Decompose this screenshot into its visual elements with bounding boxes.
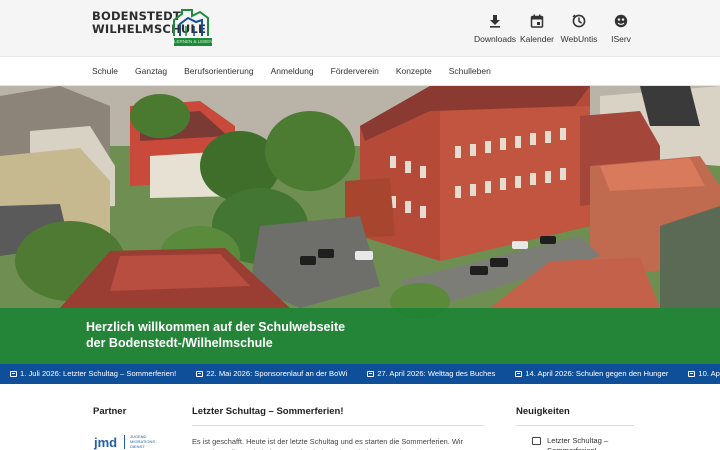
- webuntis-link[interactable]: WebUntis: [558, 14, 600, 46]
- calendar-link[interactable]: Kalender: [516, 14, 558, 46]
- calendar-label: Kalender: [519, 34, 555, 44]
- article-heading[interactable]: Letzter Schultag – Sommerferien!: [192, 406, 484, 417]
- calendar-icon: [516, 14, 558, 32]
- quick-links: Downloads Kalender WebUntis IServ: [474, 14, 642, 46]
- download-icon: [474, 14, 516, 32]
- nav-item-konzepte[interactable]: Konzepte: [396, 57, 432, 87]
- partner-column: Partner: [93, 406, 173, 417]
- hero-banner: Herzlich willkommen auf der Schulwebseit…: [0, 86, 720, 364]
- site-header: BODENSTEDT WILHELMSCHULE LERNEN & LEBEN …: [0, 0, 720, 56]
- partner-heading: Partner: [93, 406, 127, 417]
- news-column: Neuigkeiten Letzter Schultag – Sommerfer…: [516, 406, 634, 450]
- iserv-link[interactable]: IServ: [600, 14, 642, 46]
- partner-logo-text: JUGEND MIGRATIONS DIENST: [130, 434, 156, 449]
- article-body: Es ist geschafft. Heute ist der letzte S…: [192, 437, 463, 450]
- news-icon: [367, 371, 375, 377]
- downloads-label: Downloads: [474, 34, 517, 44]
- nav-item-schule[interactable]: Schule: [92, 57, 118, 87]
- iserv-label: IServ: [611, 34, 631, 44]
- news-icon: [10, 371, 17, 377]
- article-column: Letzter Schultag – Sommerferien! Es ist …: [192, 406, 484, 450]
- hero-title-line-2: der Bodenstedt-/Wilhelmschule: [86, 336, 273, 350]
- nav-item-foerderverein[interactable]: Förderverein: [331, 57, 379, 87]
- nav-item-anmeldung[interactable]: Anmeldung: [271, 57, 314, 87]
- nav-item-ganztag[interactable]: Ganztag: [135, 57, 167, 87]
- news-icon: [196, 371, 204, 377]
- ticker-item-text: 14. April 2026: Schulen gegen den Hunger: [525, 369, 669, 378]
- downloads-link[interactable]: Downloads: [474, 14, 516, 46]
- iserv-icon: [600, 14, 642, 32]
- news-icon: [688, 371, 696, 377]
- logo-tagline: LERNEN & LEBEN: [174, 38, 212, 46]
- article-divider: [192, 425, 484, 426]
- news-icon: [515, 371, 523, 377]
- svg-text:jmd: jmd: [94, 435, 117, 450]
- ticker-item-text: 22. Mai 2026: Sponsorenlauf an der BoWi: [206, 369, 348, 378]
- nav-item-schulleben[interactable]: Schulleben: [449, 57, 491, 87]
- news-ticker: 1. Juli 2026: Letzter Schultag – Sommerf…: [0, 364, 720, 384]
- ticker-item[interactable]: 1. Juli 2026: Letzter Schultag – Sommerf…: [10, 364, 176, 384]
- news-item-text: Letzter Schultag – Sommerferien!: [547, 436, 609, 450]
- school-logo[interactable]: BODENSTEDT WILHELMSCHULE LERNEN & LEBEN: [92, 8, 216, 48]
- hero-title-line-1: Herzlich willkommen auf der Schulwebseit…: [86, 320, 346, 334]
- clock-icon: [558, 14, 600, 32]
- news-list-item[interactable]: Letzter Schultag – Sommerferien!: [532, 436, 632, 450]
- ticker-item-text: 1. Juli 2026: Letzter Schultag – Sommerf…: [20, 369, 177, 378]
- main-navigation: Schule Ganztag Berufsorientierung Anmeld…: [0, 56, 720, 86]
- ticker-item[interactable]: 14. April 2026: Schulen gegen den Hunger: [515, 364, 668, 384]
- news-divider: [516, 425, 634, 426]
- news-heading: Neuigkeiten: [516, 406, 570, 417]
- hero-title: Herzlich willkommen auf der Schulwebseit…: [86, 319, 416, 351]
- news-icon: [532, 437, 541, 445]
- ticker-item[interactable]: 10. April 2026: [688, 364, 720, 384]
- nav-item-berufsorientierung[interactable]: Berufsorientierung: [184, 57, 253, 87]
- webuntis-label: WebUntis: [560, 34, 598, 44]
- ticker-item[interactable]: 27. April 2026: Welttag des Buches: [367, 364, 495, 384]
- ticker-item-text: 10. April 2026: [698, 369, 720, 378]
- ticker-item-text: 27. April 2026: Welttag des Buches: [377, 369, 496, 378]
- content-area: Partner jmd JUGEND MIGRATIONS DIENST Let…: [0, 384, 720, 450]
- ticker-item[interactable]: 22. Mai 2026: Sponsorenlauf an der BoWi: [196, 364, 347, 384]
- logo-building-icon: [173, 9, 209, 36]
